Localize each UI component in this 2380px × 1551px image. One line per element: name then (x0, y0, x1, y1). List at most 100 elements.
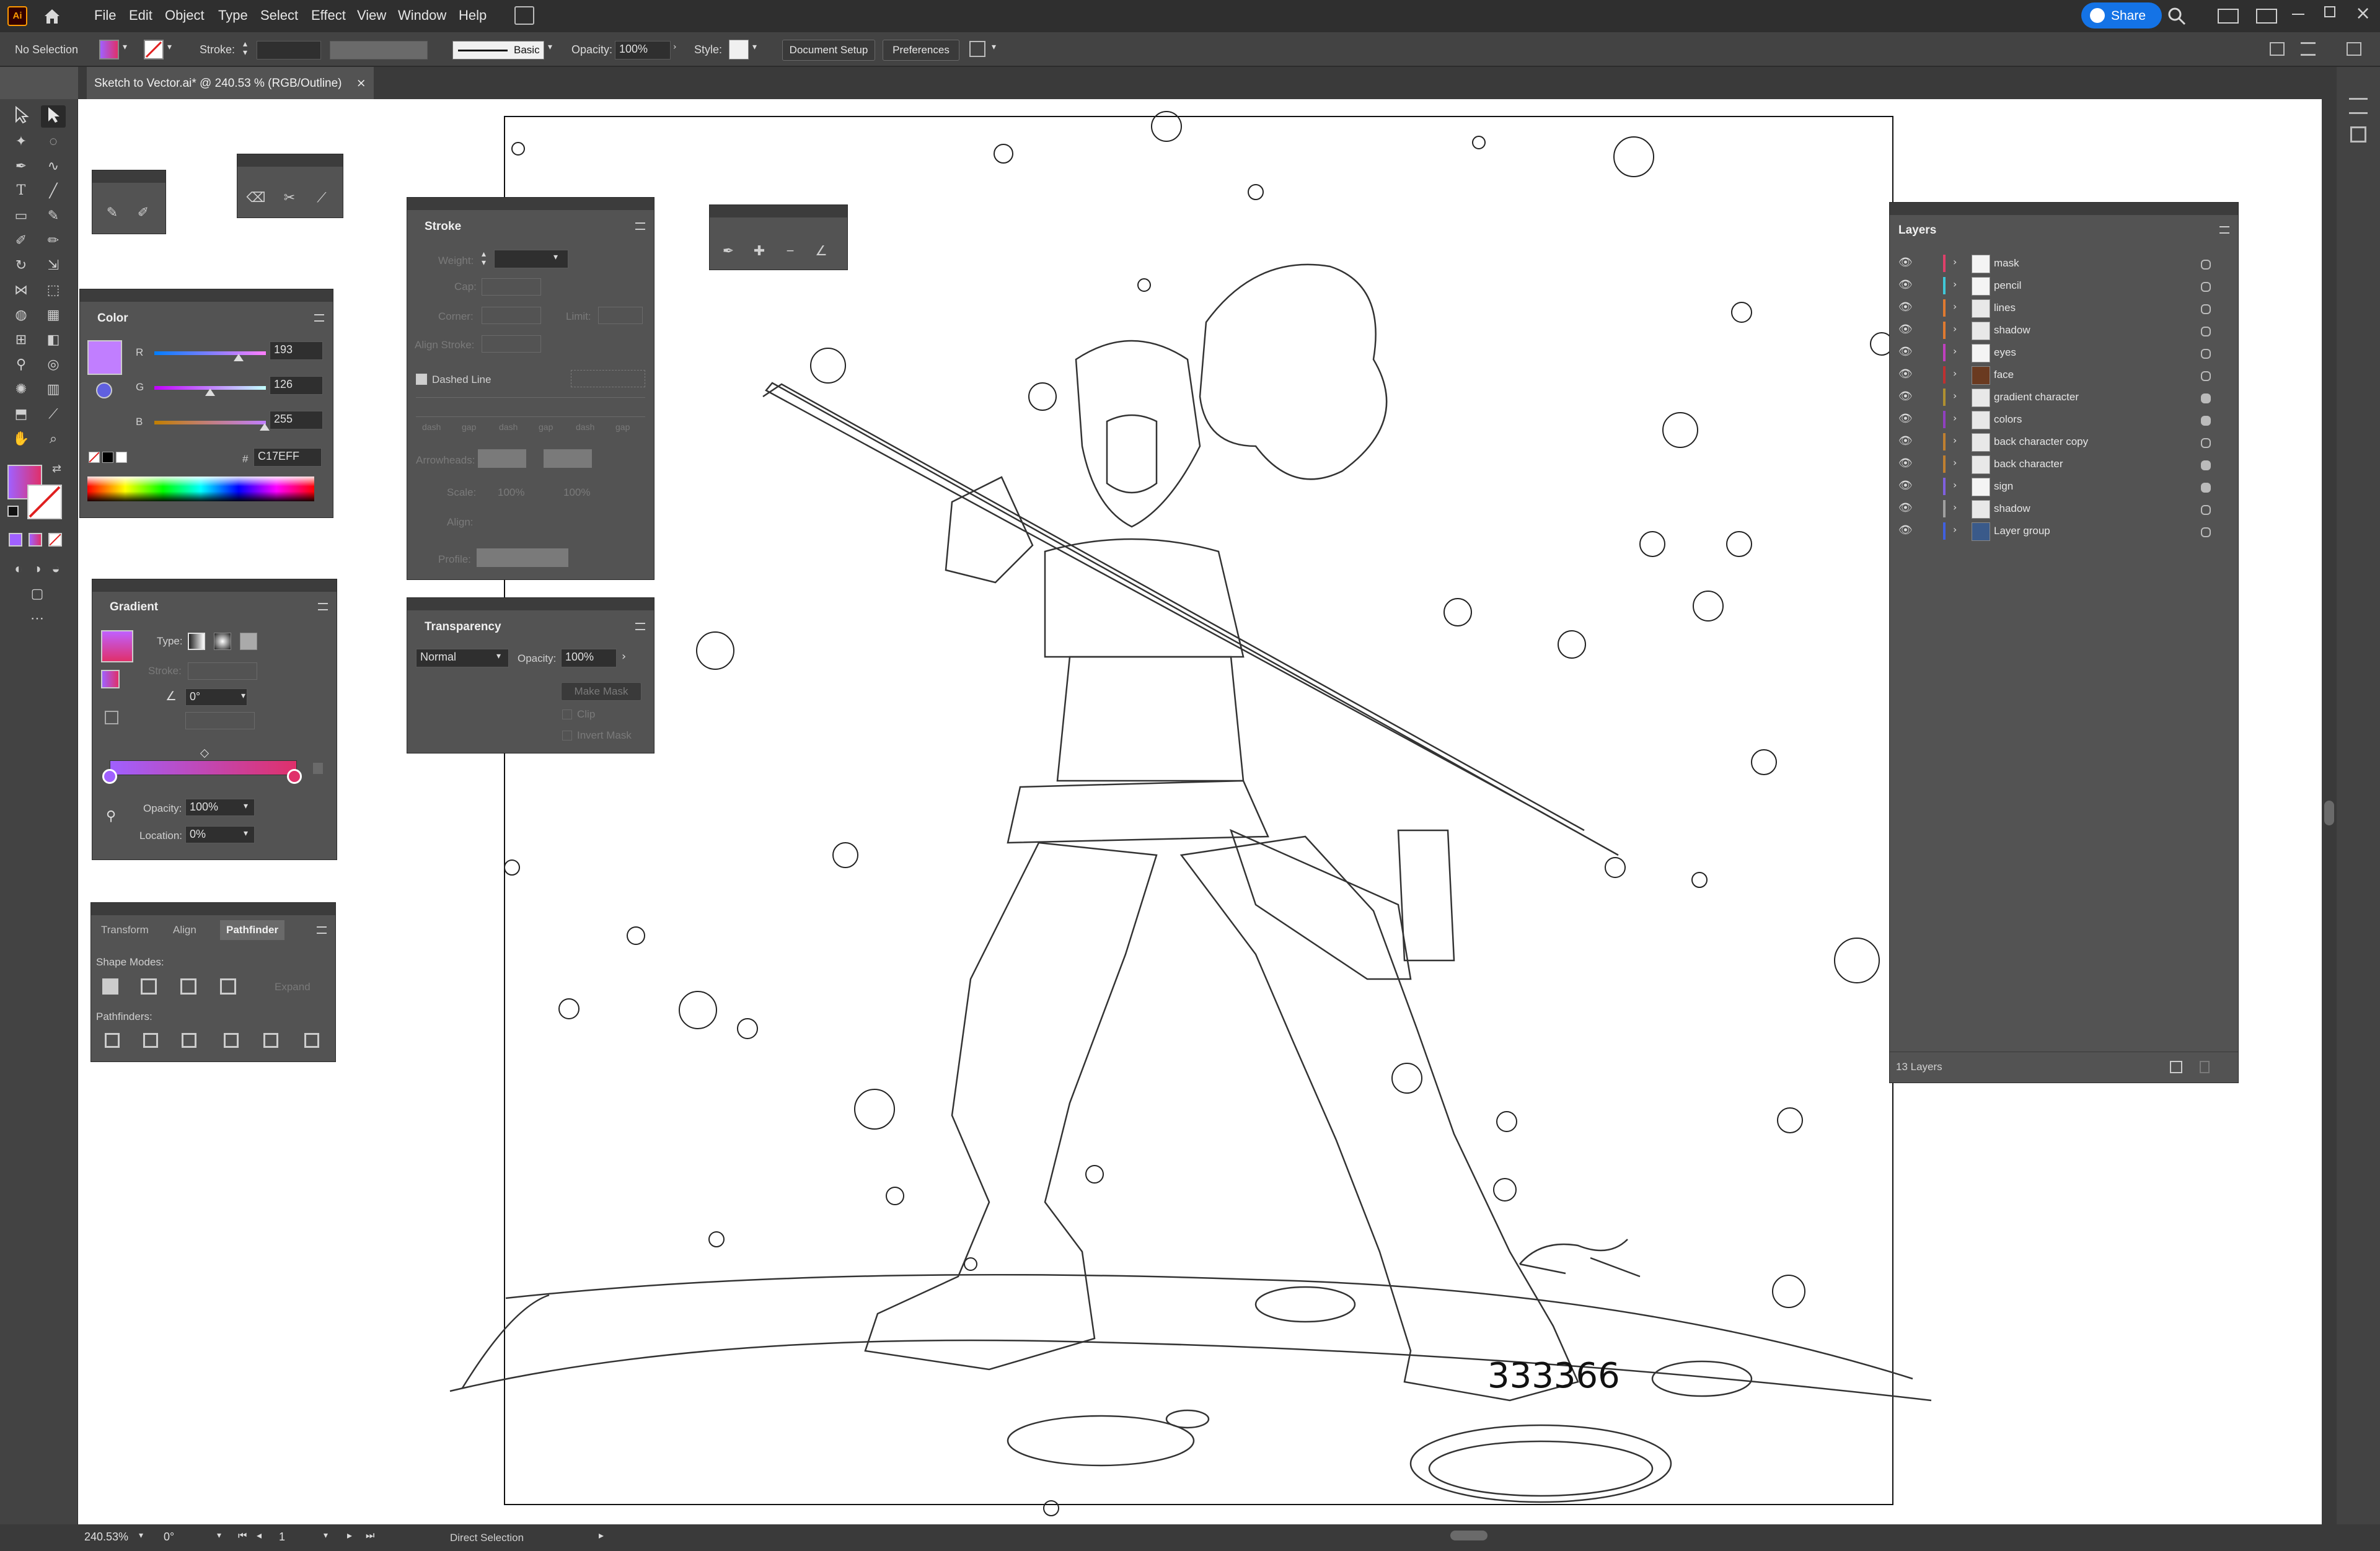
layer-row[interactable]: 👁 › mask (1890, 252, 2237, 275)
delete-anchor-point-icon[interactable]: − (778, 240, 803, 262)
expand-arrow-icon[interactable]: › (1953, 479, 1957, 491)
expand-arrow-icon[interactable]: › (1953, 434, 1957, 446)
visibility-icon[interactable]: 👁 (1898, 367, 1913, 380)
menu-select[interactable]: Select (260, 7, 298, 24)
stroke-swatch[interactable] (144, 40, 164, 59)
stroke-stepper-icon[interactable]: ▴ ▾ (243, 40, 247, 57)
direct-selection-tool-icon[interactable] (41, 105, 66, 128)
layer-row[interactable]: 👁 › shadow (1890, 319, 2237, 341)
arrange-icon[interactable] (2270, 42, 2285, 56)
expand-arrow-icon[interactable]: › (1953, 301, 1957, 312)
blend-tool-icon[interactable]: ◎ (41, 353, 66, 376)
blend-mode-select[interactable]: Normal (416, 649, 509, 667)
control-bar-menu-icon[interactable] (2301, 42, 2316, 56)
style-dropdown-icon[interactable]: ▾ (752, 42, 757, 52)
hand-tool-icon[interactable]: ✋ (9, 428, 33, 450)
expand-arrow-icon[interactable]: › (1953, 390, 1957, 402)
visibility-icon[interactable]: 👁 (1898, 457, 1913, 470)
minus-front-button[interactable] (141, 978, 157, 995)
add-anchor-point-icon[interactable]: ✚ (747, 240, 772, 262)
type-tool-icon[interactable]: T (9, 180, 33, 202)
status-menu-arrow-icon[interactable]: ▸ (599, 1529, 604, 1541)
reverse-gradient-icon[interactable] (105, 711, 118, 724)
visibility-icon[interactable]: 👁 (1898, 345, 1913, 358)
r-value-field[interactable]: 193 (270, 341, 323, 360)
next-artboard-icon[interactable]: ▸ (347, 1529, 352, 1541)
expand-arrow-icon[interactable]: › (1953, 501, 1957, 513)
rectangle-tool-icon[interactable]: ▭ (9, 204, 33, 227)
brush-definition[interactable]: Basic (452, 41, 544, 59)
layer-row[interactable]: 👁 › back character copy (1890, 431, 2237, 453)
exclude-button[interactable] (220, 978, 236, 995)
first-artboard-icon[interactable]: ⏮ (238, 1529, 247, 1542)
layer-row[interactable]: 👁 › shadow (1890, 498, 2237, 520)
layer-row[interactable]: 👁 › back character (1890, 453, 2237, 475)
crop-button[interactable] (224, 1033, 239, 1048)
shaper-tool-icon[interactable]: ✐ (9, 229, 33, 252)
none-swatch[interactable] (89, 452, 100, 463)
align-options-icon[interactable] (969, 41, 985, 57)
fill-swatch[interactable] (99, 40, 119, 59)
panel-header[interactable] (91, 903, 335, 915)
weight-dropdown-icon[interactable]: ▾ (553, 252, 558, 262)
layer-row[interactable]: 👁 › pencil (1890, 275, 2237, 297)
expand-arrow-icon[interactable]: › (1953, 412, 1957, 424)
workspace-switcher-icon[interactable] (2218, 9, 2239, 24)
menu-object[interactable]: Object (165, 7, 205, 24)
share-button[interactable]: Share (2081, 2, 2162, 29)
visibility-icon[interactable]: 👁 (1898, 390, 1913, 403)
opacity-label[interactable]: Opacity: (571, 43, 612, 56)
align-options-dropdown-icon[interactable]: ▾ (992, 42, 996, 52)
knife-tool-icon[interactable]: ⟋ (309, 187, 334, 209)
layer-row[interactable]: 👁 › gradient character (1890, 386, 2237, 408)
lasso-tool-icon[interactable]: ◌ (41, 130, 66, 152)
angle-field[interactable]: 0° (185, 688, 247, 706)
eraser-tool-icon[interactable]: ⌫ (244, 187, 268, 209)
stroke-dropdown-icon[interactable]: ▾ (167, 42, 172, 52)
graphic-style-swatch[interactable] (729, 40, 749, 59)
search-icon[interactable] (2166, 5, 2188, 27)
pencil-tool-icon[interactable]: ✏ (41, 229, 66, 252)
menu-type[interactable]: Type (218, 7, 248, 24)
tab-align[interactable]: Align (173, 924, 196, 936)
target-icon[interactable] (2201, 371, 2211, 381)
free-transform-tool-icon[interactable]: ⬚ (41, 279, 66, 301)
unite-button[interactable] (102, 978, 118, 995)
visibility-icon[interactable]: 👁 (1898, 501, 1913, 514)
default-colors-icon[interactable] (7, 506, 19, 517)
brush-variant-icon[interactable]: ✐ (131, 201, 156, 224)
panel-menu-icon[interactable] (317, 926, 327, 934)
gradient-eyedropper-icon[interactable]: ⚲ (106, 809, 116, 824)
menu-help[interactable]: Help (459, 7, 487, 24)
expand-arrow-icon[interactable]: › (1953, 457, 1957, 468)
white-swatch[interactable] (116, 452, 127, 463)
visibility-icon[interactable]: 👁 (1898, 323, 1913, 336)
gradient-tool-icon[interactable]: ◧ (41, 328, 66, 351)
panel-menu-icon[interactable] (635, 222, 645, 230)
intersect-button[interactable] (180, 978, 196, 995)
new-layer-icon[interactable] (2170, 1061, 2182, 1073)
target-icon[interactable] (2201, 460, 2211, 470)
stroke-color-box[interactable] (27, 485, 62, 519)
minimize-window-icon[interactable] (2292, 14, 2304, 15)
target-icon[interactable] (2201, 282, 2211, 292)
angle-dropdown-icon[interactable]: ▾ (241, 691, 245, 701)
dashed-line-checkbox[interactable] (416, 374, 427, 385)
delete-layer-icon[interactable] (2200, 1061, 2210, 1073)
panel-header[interactable] (237, 154, 343, 167)
layer-row[interactable]: 👁 › face (1890, 364, 2237, 386)
visibility-icon[interactable]: 👁 (1898, 301, 1913, 314)
blob-brush-icon[interactable]: ✎ (100, 201, 125, 224)
artboard-tool-icon[interactable]: ⬒ (9, 403, 33, 425)
gradient-stop-left[interactable] (102, 769, 117, 784)
width-tool-icon[interactable]: ⋈ (9, 279, 33, 301)
layer-row[interactable]: 👁 › colors (1890, 408, 2237, 431)
horizontal-scrollbar[interactable] (614, 1528, 2324, 1543)
expand-arrow-icon[interactable]: › (1953, 323, 1957, 335)
properties-panel-icon[interactable] (2349, 98, 2368, 114)
target-icon[interactable] (2201, 327, 2211, 336)
opacity-arrow-icon[interactable]: › (622, 650, 626, 663)
transparency-opacity-field[interactable]: 100% (561, 649, 617, 667)
graph-tool-icon[interactable]: ▥ (41, 378, 66, 400)
magic-wand-tool-icon[interactable]: ✦ (9, 130, 33, 152)
